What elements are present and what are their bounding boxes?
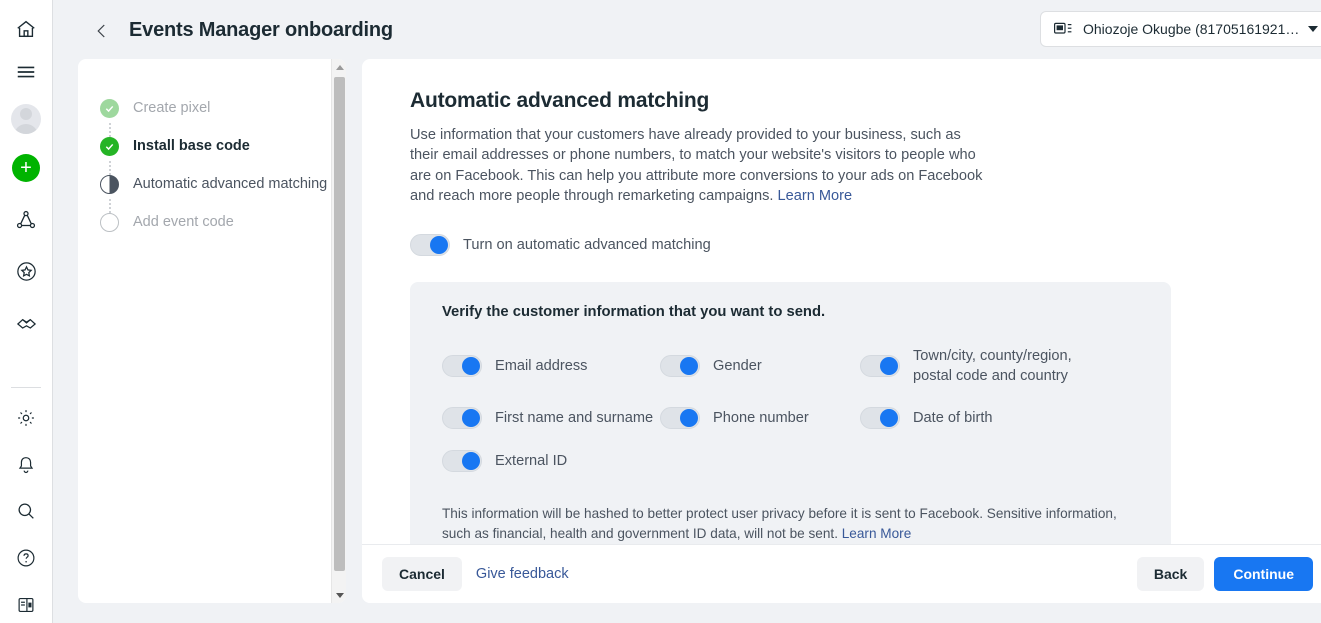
email-address-toggle[interactable]: [442, 355, 482, 377]
account-label: Ohiozoje Okugbe (81705161921…): [1083, 21, 1298, 37]
avatar-placeholder-icon: [11, 104, 41, 134]
give-feedback-link[interactable]: Give feedback: [476, 566, 569, 582]
automatic-advanced-matching-toggle[interactable]: [410, 234, 450, 256]
toggle-knob: [462, 409, 480, 427]
verify-item-label: Phone number: [713, 408, 809, 428]
section-description: Use information that your customers have…: [410, 125, 988, 206]
verify-item-label: Email address: [495, 356, 587, 376]
action-bar-right: Back Continue: [1137, 557, 1321, 591]
disclaimer-learn-more-link[interactable]: Learn More: [842, 526, 912, 541]
section-heading: Automatic advanced matching: [410, 89, 1321, 113]
step-item-create-pixel[interactable]: Create pixel: [78, 89, 346, 127]
steps-panel-scrollbar[interactable]: [331, 59, 346, 603]
verify-item-gender[interactable]: Gender: [660, 346, 860, 386]
toggle-knob: [680, 409, 698, 427]
back-navigation-button[interactable]: [90, 19, 114, 43]
verify-item-location[interactable]: Town/city, county/region, postal code an…: [860, 346, 1147, 386]
step-status-pending-icon: [100, 213, 119, 232]
step-label: Create pixel: [133, 100, 210, 116]
chevron-down-icon: [1308, 26, 1318, 32]
toggle-knob: [462, 452, 480, 470]
cancel-button[interactable]: Cancel: [382, 557, 462, 591]
step-label: Install base code: [133, 138, 250, 154]
verify-item-email-address[interactable]: Email address: [442, 346, 660, 386]
verify-item-label: Date of birth: [913, 408, 993, 428]
external-id-toggle[interactable]: [442, 450, 482, 472]
steps-list: Create pixel Install base code: [78, 59, 346, 241]
verify-item-label: First name and surname: [495, 408, 653, 428]
location-toggle[interactable]: [860, 355, 900, 377]
search-icon[interactable]: [8, 493, 44, 529]
verify-item-label: External ID: [495, 451, 567, 471]
step-label: Automatic advanced matching: [133, 176, 327, 192]
verify-item-label: Gender: [713, 356, 762, 376]
verify-item-external-id[interactable]: External ID: [442, 450, 660, 472]
step-label: Add event code: [133, 214, 234, 230]
panel-layout-icon[interactable]: [8, 587, 44, 623]
disclaimer-text: This information will be hashed to bette…: [442, 506, 1117, 541]
back-button[interactable]: Back: [1137, 557, 1204, 591]
scroll-up-arrow-icon[interactable]: [332, 59, 346, 75]
toggle-knob: [462, 357, 480, 375]
account-selector[interactable]: Ohiozoje Okugbe (81705161921…): [1040, 11, 1321, 47]
step-item-install-base-code[interactable]: Install base code: [78, 127, 346, 165]
verify-customer-information-card: Verify the customer information that you…: [410, 282, 1171, 569]
avatar[interactable]: [8, 101, 44, 137]
verify-item-date-of-birth[interactable]: Date of birth: [860, 407, 1147, 429]
verify-item-phone-number[interactable]: Phone number: [660, 407, 860, 429]
verify-item-first-name-and-surname[interactable]: First name and surname: [442, 407, 660, 429]
verify-card-title: Verify the customer information that you…: [442, 304, 1147, 320]
step-status-current-icon: [100, 175, 119, 194]
gear-icon[interactable]: [8, 400, 44, 436]
toggle-knob: [880, 357, 898, 375]
toggle-knob: [430, 236, 448, 254]
verify-item-label: Town/city, county/region, postal code an…: [913, 346, 1083, 386]
description-learn-more-link[interactable]: Learn More: [778, 188, 853, 204]
verify-toggle-grid: Email address Gender Town/city, county/r…: [442, 346, 1147, 472]
date-of-birth-toggle[interactable]: [860, 407, 900, 429]
toggle-knob: [680, 357, 698, 375]
first-name-surname-toggle[interactable]: [442, 407, 482, 429]
page-title: Events Manager onboarding: [129, 19, 393, 42]
menu-icon[interactable]: [8, 54, 44, 90]
step-item-automatic-advanced-matching[interactable]: Automatic advanced matching: [78, 165, 346, 203]
main-toggle-row[interactable]: Turn on automatic advanced matching: [410, 234, 1321, 256]
home-icon[interactable]: [8, 11, 44, 47]
step-item-add-event-code[interactable]: Add event code: [78, 203, 346, 241]
add-button[interactable]: +: [8, 150, 44, 186]
main-toggle-label: Turn on automatic advanced matching: [463, 237, 711, 253]
account-icon: [1053, 21, 1073, 37]
step-status-complete-icon: [100, 137, 119, 156]
action-bar: Cancel Give feedback Back Continue: [362, 544, 1321, 603]
description-text: Use information that your customers have…: [410, 127, 982, 204]
step-status-complete-icon: [100, 99, 119, 118]
rail-divider: [11, 387, 41, 388]
page-header: Events Manager onboarding Ohiozoje Okugb…: [53, 0, 1321, 61]
events-manager-onboarding-page: +: [0, 0, 1321, 623]
phone-number-toggle[interactable]: [660, 407, 700, 429]
handshake-icon[interactable]: [8, 305, 44, 341]
bell-icon[interactable]: [8, 447, 44, 483]
privacy-disclaimer: This information will be hashed to bette…: [442, 504, 1142, 543]
gender-toggle[interactable]: [660, 355, 700, 377]
scroll-down-arrow-icon[interactable]: [332, 587, 346, 603]
add-circle-icon: +: [12, 154, 40, 182]
scrollbar-thumb[interactable]: [334, 77, 345, 571]
network-icon[interactable]: [8, 202, 44, 238]
toggle-knob: [880, 409, 898, 427]
continue-button[interactable]: Continue: [1214, 557, 1313, 591]
main-content-panel: Automatic advanced matching Use informat…: [362, 59, 1321, 603]
star-circle-icon[interactable]: [8, 254, 44, 290]
left-icon-rail: +: [0, 0, 53, 623]
help-circle-icon[interactable]: [8, 540, 44, 576]
onboarding-steps-panel: Create pixel Install base code: [78, 59, 346, 603]
